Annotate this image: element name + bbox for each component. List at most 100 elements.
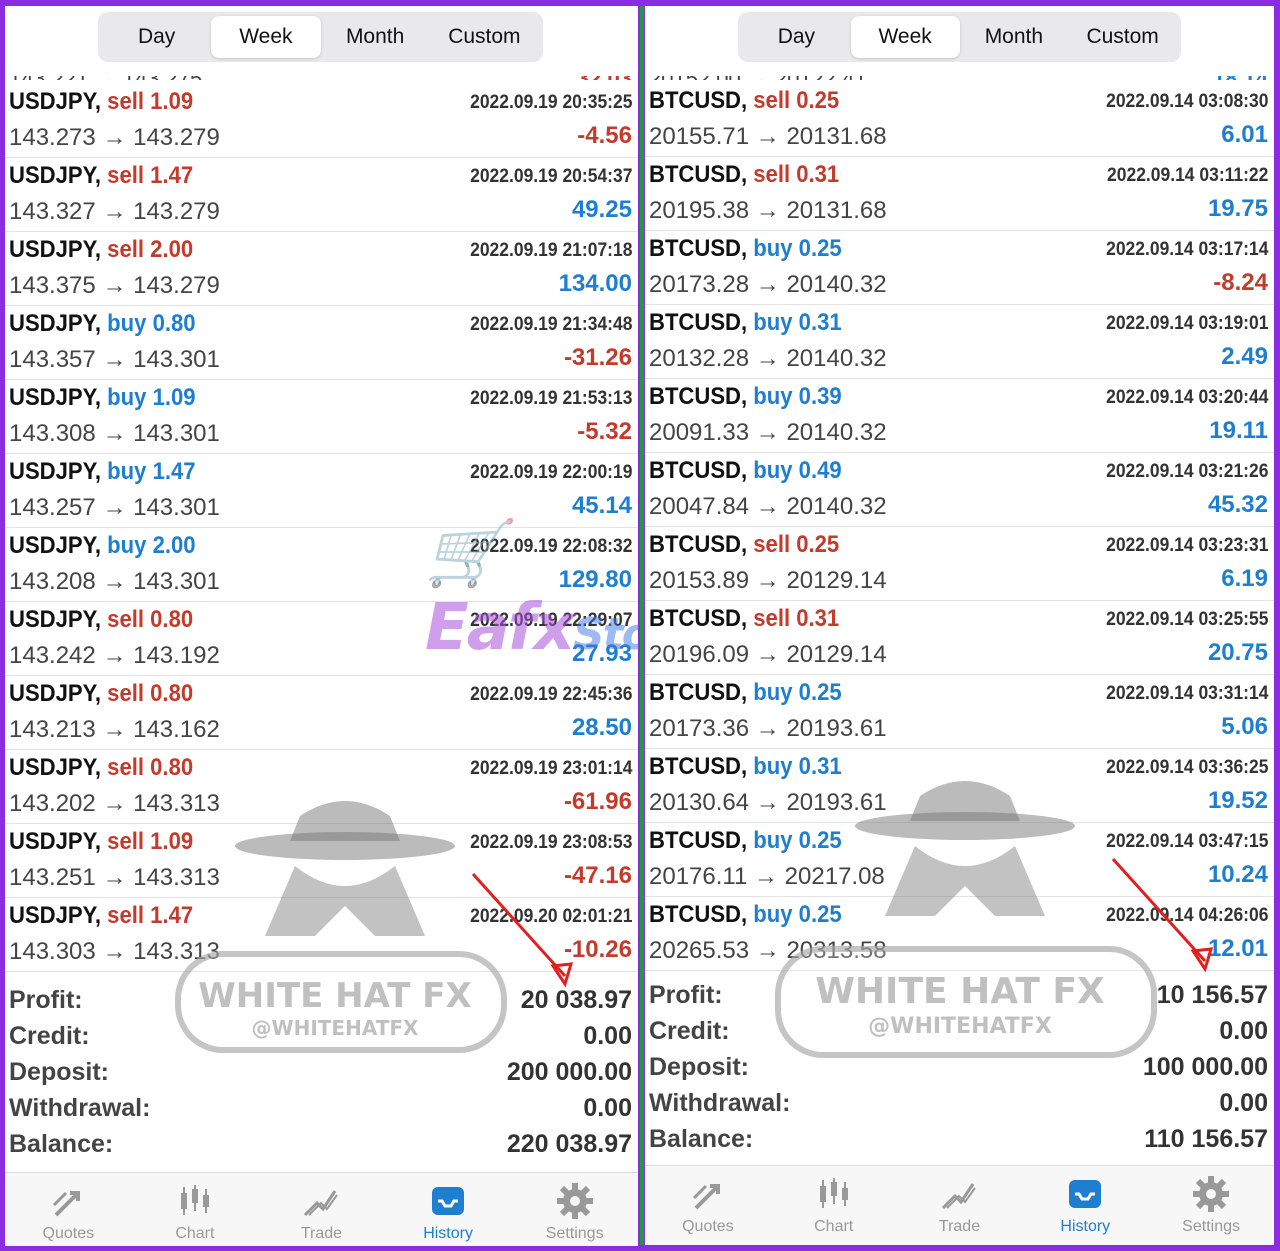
deal-symbol: USDJPY, <box>9 902 102 929</box>
period-segmented-control: Day Week Month Custom <box>98 12 543 62</box>
arrow-right-icon: → <box>754 863 778 890</box>
tab-history[interactable]: History <box>1022 1166 1148 1245</box>
summary-label: Profit: <box>9 986 83 1014</box>
summary-label: Withdrawal: <box>9 1094 151 1122</box>
deal-symbol: USDJPY, <box>9 754 102 781</box>
deal-row[interactable]: BTCUSD, buy 0.25 2022.09.14 03:31:14 20173… <box>645 675 1274 749</box>
deal-time: 2022.09.19 22:00:19 <box>469 462 632 483</box>
deal-time: 2022.09.14 03:11:22 <box>1106 165 1268 186</box>
deal-title: BTCUSD, sell 0.31 <box>649 161 839 189</box>
summary-value: 200 000.00 <box>506 1058 632 1086</box>
deal-side: sell <box>107 754 145 781</box>
summary-credit: Credit: 0.00 <box>5 1020 638 1056</box>
deal-side: buy <box>753 827 793 854</box>
segment-month[interactable]: Month <box>960 16 1069 58</box>
close-price: 20140.32 <box>786 493 887 520</box>
deal-profit: 19.52 <box>1207 787 1268 814</box>
deal-profit: 6.01 <box>1221 121 1268 148</box>
deal-symbol: BTCUSD, <box>649 87 748 114</box>
tab-settings[interactable]: Settings <box>1148 1166 1274 1245</box>
deal-row[interactable]: USDJPY, buy 0.80 2022.09.19 21:34:48 143.3… <box>5 306 638 380</box>
arrow-right-icon: → <box>755 345 780 372</box>
deal-row[interactable]: USDJPY, sell 0.80 2022.09.19 23:01:14 143.… <box>5 750 638 824</box>
deal-row[interactable]: USDJPY, sell 2.00 2022.09.19 21:07:18 143.… <box>5 232 638 306</box>
deal-time: 2022.09.19 23:08:53 <box>469 832 632 853</box>
deal-row[interactable]: USDJPY, sell 1.09 2022.09.19 20:35:25 143.… <box>5 84 638 158</box>
deal-row[interactable]: USDJPY, sell 1.47 2022.09.19 20:54:37 143.… <box>5 158 638 232</box>
deal-row[interactable]: BTCUSD, sell 0.31 2022.09.14 03:11:22 2019… <box>645 157 1274 231</box>
deal-symbol: BTCUSD, <box>649 827 748 854</box>
segment-day[interactable]: Day <box>102 16 211 58</box>
red-arrow-annotation-icon <box>1111 857 1214 973</box>
deal-volume: 1.47 <box>152 458 196 485</box>
deal-row[interactable]: USDJPY, buy 1.09 2022.09.19 21:53:13 143.3… <box>5 380 638 454</box>
summary-deposit: Deposit: 200 000.00 <box>5 1056 638 1092</box>
open-price: 20130.64 <box>649 789 750 816</box>
summary-profit: Profit: 10 156.57 <box>645 979 1274 1015</box>
deal-profit: 28.50 <box>571 714 632 741</box>
deal-row[interactable]: BTCUSD, buy 0.31 2022.09.14 03:36:25 20130… <box>645 749 1274 823</box>
close-price: 20140.32 <box>786 345 887 372</box>
arrow-right-icon: → <box>755 715 780 742</box>
tab-quotes[interactable]: Quotes <box>645 1166 771 1245</box>
tab-label: Settings <box>545 1225 604 1242</box>
open-price: 143.208 <box>9 568 96 595</box>
tab-settings[interactable]: Settings <box>511 1173 638 1246</box>
deal-profit: -61.96 <box>563 788 632 815</box>
deal-row[interactable]: BTCUSD, sell 0.25 2022.09.14 03:08:30 2015… <box>645 83 1274 157</box>
tab-trade[interactable]: Trade <box>897 1166 1023 1245</box>
arrow-right-icon: → <box>102 124 127 151</box>
deal-prices: 143.213 → 143.162 <box>9 716 220 744</box>
deal-row[interactable]: BTCUSD, sell 0.25 2022.09.14 03:23:31 2015… <box>645 527 1274 601</box>
open-price: 20047.84 <box>649 493 750 520</box>
deal-time: 2022.09.19 21:34:48 <box>469 314 632 335</box>
tab-chart[interactable]: Chart <box>771 1166 897 1245</box>
open-price: 20196.09 <box>649 641 750 668</box>
tab-label: Chart <box>814 1218 854 1235</box>
open-price: 143.213 <box>9 716 96 743</box>
deal-row[interactable]: BTCUSD, buy 0.49 2022.09.14 03:21:26 20047… <box>645 453 1274 527</box>
deal-symbol: USDJPY, <box>9 162 102 189</box>
deal-row[interactable]: BTCUSD, buy 0.39 2022.09.14 03:20:44 20091… <box>645 379 1274 453</box>
tab-history[interactable]: History <box>385 1173 512 1246</box>
deal-side: sell <box>107 606 145 633</box>
tab-trade[interactable]: Trade <box>258 1173 385 1246</box>
deal-row[interactable]: USDJPY, sell 0.80 2022.09.19 22:45:36 143.… <box>5 676 638 750</box>
deal-title: BTCUSD, buy 0.49 <box>649 457 842 485</box>
deal-side: sell <box>107 236 145 263</box>
deal-side: sell <box>107 88 145 115</box>
segment-week[interactable]: Week <box>211 16 321 58</box>
deal-volume: 1.47 <box>150 162 194 189</box>
deal-time: 2022.09.19 22:45:36 <box>469 684 632 705</box>
deal-profit: 6.19 <box>1221 565 1268 592</box>
deal-side: buy <box>753 753 793 780</box>
deal-side: sell <box>107 828 145 855</box>
deal-title: BTCUSD, buy 0.25 <box>649 235 842 263</box>
deal-symbol: USDJPY, <box>9 532 102 559</box>
tab-chart[interactable]: Chart <box>132 1173 259 1246</box>
deal-symbol: USDJPY, <box>9 606 102 633</box>
open-price: 143.257 <box>9 494 96 521</box>
deal-volume: 0.25 <box>798 235 842 262</box>
deal-row[interactable]: BTCUSD, buy 0.25 2022.09.14 03:17:14 20173… <box>645 231 1274 305</box>
tab-quotes[interactable]: Quotes <box>5 1173 132 1246</box>
close-price: 143.301 <box>133 420 220 447</box>
deal-time: 2022.09.14 03:21:26 <box>1105 461 1268 482</box>
close-price: 143.301 <box>133 346 220 373</box>
summary-label: Credit: <box>9 1022 90 1050</box>
deal-row[interactable]: BTCUSD, buy 0.31 2022.09.14 03:19:01 20132… <box>645 305 1274 379</box>
close-price: 143.279 <box>133 124 220 151</box>
segment-custom[interactable]: Custom <box>430 16 539 58</box>
open-price: 20173.28 <box>649 271 750 298</box>
deal-prices: 20173.28 → 20140.32 <box>649 271 887 299</box>
deal-row[interactable]: BTCUSD, sell 0.31 2022.09.14 03:25:55 2019… <box>645 601 1274 675</box>
deal-time: 2022.09.14 03:20:44 <box>1105 387 1268 408</box>
deal-profit: 45.32 <box>1207 491 1268 518</box>
segment-week[interactable]: Week <box>850 16 960 58</box>
segment-day[interactable]: Day <box>742 16 851 58</box>
summary-value: 0.00 <box>583 1022 632 1050</box>
segment-month[interactable]: Month <box>321 16 430 58</box>
segment-custom[interactable]: Custom <box>1068 16 1177 58</box>
deal-side: buy <box>753 457 793 484</box>
open-price: 143.357 <box>9 346 96 373</box>
